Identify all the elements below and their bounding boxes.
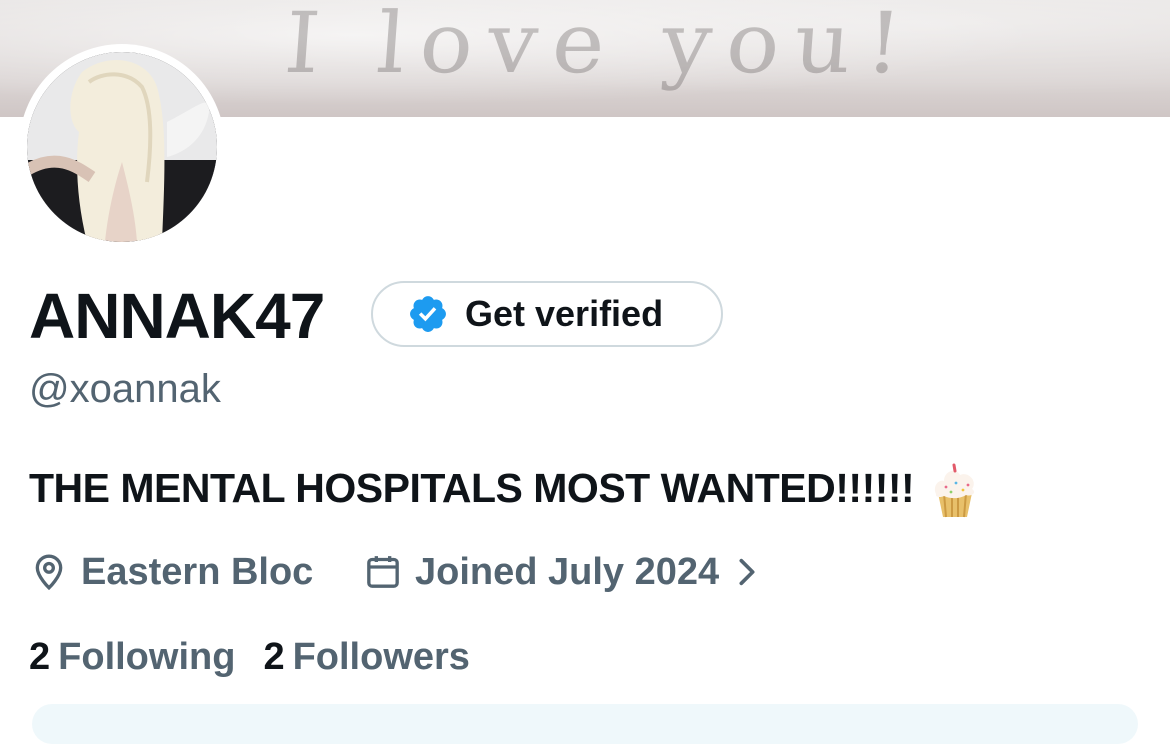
cupcake-icon — [935, 463, 975, 518]
user-handle: @xoannak — [29, 367, 221, 411]
banner-text: I love you! — [281, 0, 920, 92]
followers-link[interactable]: 2 Followers — [263, 632, 470, 682]
following-link[interactable]: 2 Following — [29, 632, 235, 682]
calendar-icon — [367, 556, 399, 588]
joined-date-item[interactable]: Joined July 2024 — [363, 544, 761, 600]
avatar-image — [27, 52, 217, 242]
bio-text: THE MENTAL HOSPITALS MOST WANTED!!!!!! — [29, 465, 915, 511]
followers-count: 2 — [263, 636, 285, 678]
location-text: Eastern Bloc — [81, 550, 314, 593]
display-name: ANNAK47 — [29, 280, 325, 352]
get-verified-label: Get verified — [465, 293, 664, 334]
following-label: Following — [58, 636, 236, 678]
verified-badge-icon — [410, 296, 446, 332]
joined-date-text: Joined July 2024 — [415, 550, 720, 593]
location-item: Eastern Bloc — [29, 544, 313, 600]
bottom-card[interactable] — [32, 704, 1138, 744]
followers-label: Followers — [292, 636, 470, 678]
location-pin-icon — [35, 554, 63, 591]
bio: THE MENTAL HOSPITALS MOST WANTED!!!!!! — [29, 462, 980, 519]
avatar[interactable] — [19, 44, 225, 250]
following-count: 2 — [29, 636, 51, 678]
follow-stats: 2 Following 2 Followers — [29, 632, 470, 682]
get-verified-button[interactable]: Get verified — [371, 281, 723, 347]
chevron-right-icon — [739, 558, 755, 586]
